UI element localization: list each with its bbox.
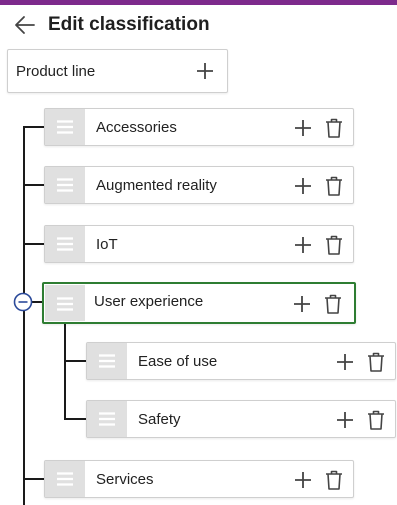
add-icon[interactable]	[294, 119, 312, 137]
add-icon[interactable]	[336, 353, 354, 371]
trash-icon[interactable]	[325, 235, 343, 255]
drag-handle-icon	[57, 297, 73, 311]
add-icon[interactable]	[294, 471, 312, 489]
node-label: Accessories	[96, 119, 177, 136]
drag-handle[interactable]	[45, 109, 85, 145]
root-node[interactable]: Product line	[7, 49, 228, 93]
tree-node-augmented-reality[interactable]: Augmented reality	[44, 166, 354, 204]
subtree-branch-line	[64, 360, 86, 362]
tree-branch-line	[23, 478, 45, 480]
tree-branch-line	[23, 243, 45, 245]
subtree-branch-line	[64, 418, 86, 420]
node-label: Safety	[138, 411, 181, 428]
drag-handle-icon	[99, 412, 115, 426]
trash-icon[interactable]	[367, 352, 385, 372]
node-label: User experience	[94, 293, 204, 310]
back-arrow-icon[interactable]	[14, 15, 36, 35]
trash-icon[interactable]	[325, 118, 343, 138]
tree-trunk-line	[23, 126, 25, 505]
drag-handle[interactable]	[45, 461, 85, 497]
drag-handle[interactable]	[45, 285, 85, 321]
drag-handle[interactable]	[45, 167, 85, 203]
drag-handle-icon	[57, 472, 73, 486]
trash-icon[interactable]	[367, 410, 385, 430]
tree-node-ease-of-use[interactable]: Ease of use	[86, 342, 396, 380]
trash-icon[interactable]	[325, 470, 343, 490]
add-icon[interactable]	[293, 295, 311, 313]
header: Edit classification	[0, 5, 397, 45]
add-icon[interactable]	[336, 411, 354, 429]
node-label: Ease of use	[138, 353, 218, 370]
tree-node-user-experience[interactable]: User experience	[42, 282, 356, 324]
add-icon[interactable]	[294, 236, 312, 254]
collapse-minus-icon[interactable]	[13, 292, 33, 312]
add-icon[interactable]	[196, 62, 214, 80]
subtree-trunk-line	[64, 324, 66, 420]
tree-node-iot[interactable]: IoT	[44, 225, 354, 263]
trash-icon[interactable]	[324, 294, 342, 314]
drag-handle-icon	[99, 354, 115, 368]
drag-handle-icon	[57, 178, 73, 192]
drag-handle[interactable]	[45, 226, 85, 262]
node-label: IoT	[96, 236, 118, 253]
tree-branch-line	[23, 184, 45, 186]
node-label: Augmented reality	[96, 177, 217, 194]
drag-handle[interactable]	[87, 401, 127, 437]
drag-handle[interactable]	[87, 343, 127, 379]
tree-node-services[interactable]: Services	[44, 460, 354, 498]
trash-icon[interactable]	[325, 176, 343, 196]
drag-handle-icon	[57, 237, 73, 251]
add-icon[interactable]	[294, 177, 312, 195]
tree-branch-line	[23, 126, 45, 128]
tree-node-accessories[interactable]: Accessories	[44, 108, 354, 146]
node-label: Services	[96, 471, 154, 488]
page-title: Edit classification	[48, 14, 210, 35]
root-node-label: Product line	[16, 63, 96, 80]
tree-node-safety[interactable]: Safety	[86, 400, 396, 438]
drag-handle-icon	[57, 120, 73, 134]
